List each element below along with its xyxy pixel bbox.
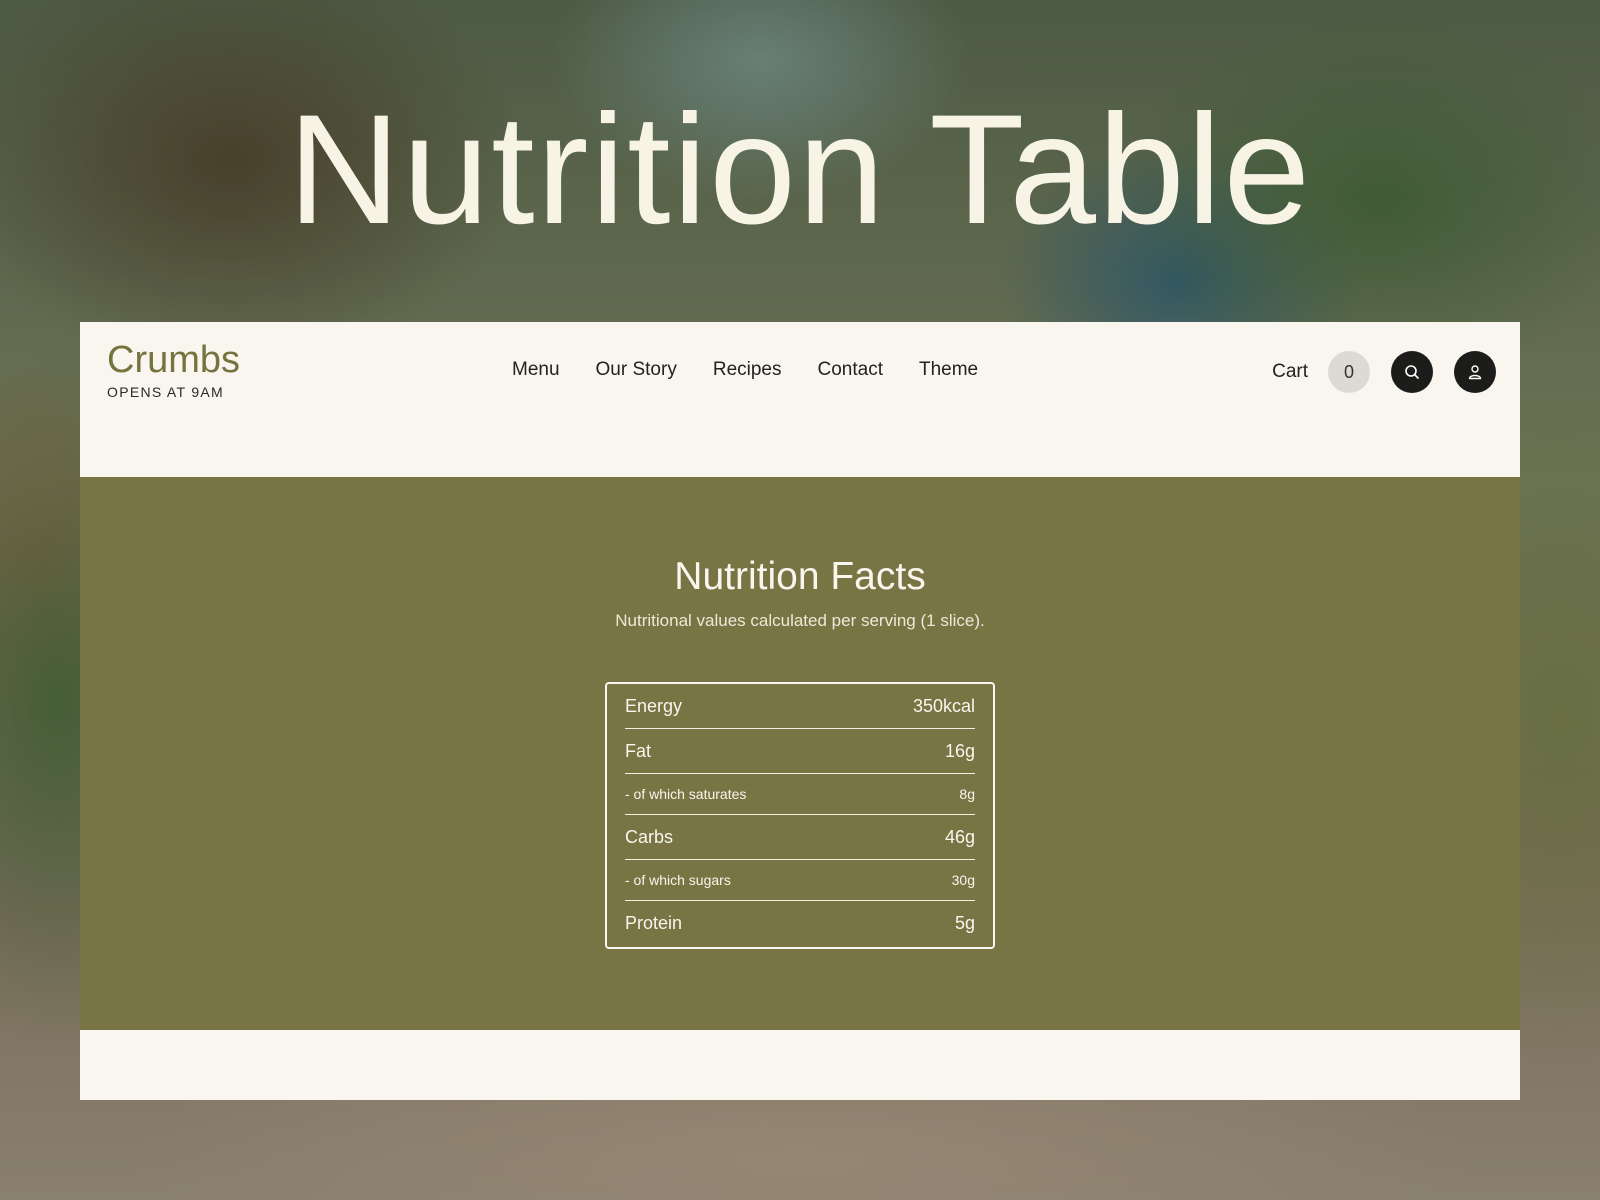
nutrition-title: Nutrition Facts: [674, 555, 926, 598]
nutrition-row-saturates: - of which saturates 8g: [625, 774, 975, 815]
nav-item-menu[interactable]: Menu: [512, 360, 560, 380]
nav-item-theme[interactable]: Theme: [919, 360, 978, 380]
hero-title: Nutrition Table: [287, 83, 1313, 257]
nutrition-table: Energy 350kcal Fat 16g - of which satura…: [605, 682, 995, 949]
nutrition-row-sugars: - of which sugars 30g: [625, 860, 975, 901]
nutrition-row-fat: Fat 16g: [625, 729, 975, 774]
brand[interactable]: Crumbs OPENS AT 9AM: [107, 339, 241, 400]
site-window: Crumbs OPENS AT 9AM Menu Our Story Recip…: [80, 322, 1520, 1100]
nutrition-value: 30g: [951, 872, 975, 888]
header-actions: Cart 0: [1272, 351, 1496, 393]
nutrition-value: 46g: [944, 826, 975, 847]
search-button[interactable]: [1391, 351, 1433, 393]
account-button[interactable]: [1454, 351, 1496, 393]
brand-name: Crumbs: [107, 339, 241, 381]
nutrition-label: Protein: [625, 913, 683, 933]
nutrition-row-carbs: Carbs 46g: [625, 815, 975, 860]
nutrition-row-protein: Protein 5g: [625, 901, 975, 946]
user-icon: [1468, 365, 1482, 380]
nutrition-value: 8g: [959, 786, 975, 802]
nutrition-label: - of which sugars: [625, 872, 731, 888]
nutrition-label: Carbs: [625, 826, 674, 847]
nav-item-our-story[interactable]: Our Story: [596, 360, 677, 380]
nutrition-label: Energy: [625, 695, 683, 716]
nutrition-value: 16g: [944, 740, 975, 761]
site-header: Crumbs OPENS AT 9AM Menu Our Story Recip…: [80, 322, 1520, 477]
brand-tagline: OPENS AT 9AM: [107, 383, 225, 400]
nutrition-label: Fat: [625, 740, 652, 761]
search-icon: [1405, 365, 1419, 379]
nav-item-contact[interactable]: Contact: [818, 360, 883, 380]
nutrition-value: 5g: [954, 913, 975, 933]
cart-count-badge[interactable]: 0: [1328, 351, 1370, 393]
main-nav: Menu Our Story Recipes Contact Theme: [512, 360, 978, 380]
nutrition-section: Nutrition Facts Nutritional values calcu…: [80, 477, 1520, 1030]
nutrition-value: 350kcal: [912, 695, 975, 716]
nutrition-subtitle: Nutritional values calculated per servin…: [615, 611, 985, 630]
nav-item-recipes[interactable]: Recipes: [713, 360, 782, 380]
nutrition-row-energy: Energy 350kcal: [625, 684, 975, 729]
cart-link[interactable]: Cart: [1272, 361, 1308, 383]
nutrition-label: - of which saturates: [625, 786, 747, 802]
